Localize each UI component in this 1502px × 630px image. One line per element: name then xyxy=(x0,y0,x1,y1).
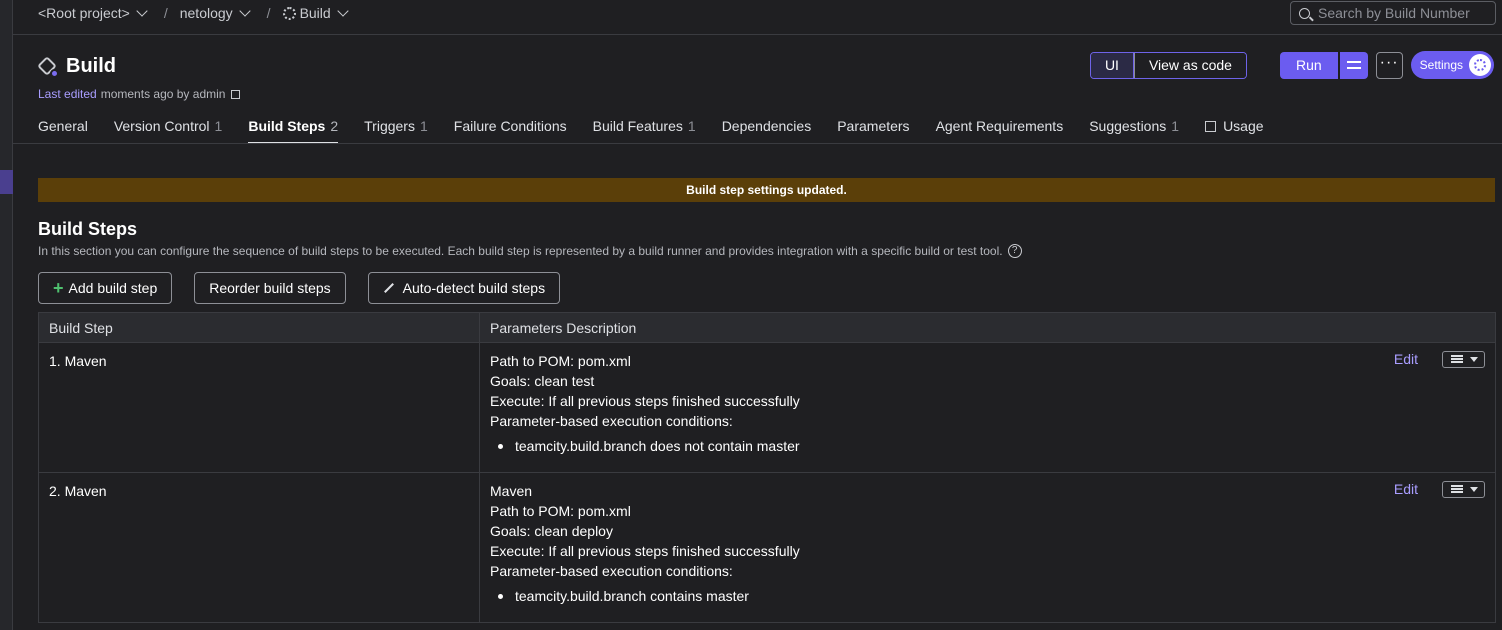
table-row: 1. Maven Edit Path to POM: pom.xml Goals… xyxy=(38,342,1496,473)
build-config-icon xyxy=(37,55,59,78)
tab-usage[interactable]: Usage xyxy=(1205,118,1264,144)
magic-wand-icon xyxy=(383,283,394,293)
breadcrumb-build-label: Build xyxy=(299,5,331,21)
breadcrumb-root-label: <Root project> xyxy=(38,5,130,21)
gear-icon xyxy=(1469,54,1491,76)
plus-icon: + xyxy=(53,278,64,298)
tab-count: 1 xyxy=(214,118,223,134)
param-line: Parameter-based execution conditions: xyxy=(490,413,733,429)
tab-bar: General Version Control 1 Build Steps 2 Tr… xyxy=(38,118,1502,144)
row-menu-button[interactable] xyxy=(1442,350,1485,368)
param-line: Path to POM: pom.xml xyxy=(490,503,631,519)
build-step-name[interactable]: 1. Maven xyxy=(38,342,480,473)
list-icon xyxy=(1451,355,1463,363)
edit-link[interactable]: Edit xyxy=(1394,349,1418,369)
condition-item: teamcity.build.branch does not contain m… xyxy=(490,436,1485,456)
tab-version-control[interactable]: Version Control 1 xyxy=(114,118,223,144)
tab-build-steps[interactable]: Build Steps 2 xyxy=(248,118,338,144)
param-line: Maven xyxy=(490,483,533,499)
caret-down-icon xyxy=(1470,356,1478,362)
tab-parameters[interactable]: Parameters xyxy=(837,118,909,144)
last-edited-link[interactable]: Last edited xyxy=(38,87,97,101)
build-step-buttons: + Add build step Reorder build steps Auto… xyxy=(38,272,582,304)
search-input[interactable]: Search by Build Number xyxy=(1290,1,1496,25)
sidebar-active-marker xyxy=(0,170,13,194)
breadcrumb-project-label: netology xyxy=(179,5,233,21)
column-header-parameters: Parameters Description xyxy=(479,312,1496,343)
settings-label: Settings xyxy=(1419,58,1463,72)
more-actions-button[interactable]: ··· xyxy=(1375,51,1403,79)
chevron-down-icon xyxy=(239,5,251,17)
tab-count: 1 xyxy=(1171,118,1180,134)
left-sidebar-strip xyxy=(0,0,13,630)
param-line: Goals: clean deploy xyxy=(490,523,613,539)
breadcrumb-project[interactable]: netology xyxy=(179,5,251,21)
run-options-button[interactable] xyxy=(1339,51,1368,79)
condition-item: teamcity.build.branch contains master xyxy=(490,586,1485,606)
tab-failure-conditions[interactable]: Failure Conditions xyxy=(454,118,567,144)
add-build-step-button[interactable]: + Add build step xyxy=(38,272,173,304)
header-actions: UI View as code Run ··· Settings xyxy=(1089,51,1494,79)
view-mode-toggle: UI View as code xyxy=(1089,51,1247,79)
table-row: 2. Maven Edit Maven Path to POM: pom.xml… xyxy=(38,472,1496,623)
search-placeholder: Search by Build Number xyxy=(1318,5,1470,21)
ui-mode-button[interactable]: UI xyxy=(1090,52,1134,78)
parameters-description: Edit Maven Path to POM: pom.xml Goals: c… xyxy=(479,472,1496,623)
build-step-name[interactable]: 2. Maven xyxy=(38,472,480,623)
help-icon[interactable]: ? xyxy=(1007,244,1022,258)
tab-count: 1 xyxy=(687,118,696,134)
breadcrumb-separator: / xyxy=(163,5,168,21)
view-as-code-button[interactable]: View as code xyxy=(1133,52,1246,78)
table-header-row: Build Step Parameters Description xyxy=(38,312,1496,343)
param-line: Execute: If all previous steps finished … xyxy=(490,543,800,559)
edit-link[interactable]: Edit xyxy=(1394,479,1418,499)
reorder-build-steps-button[interactable]: Reorder build steps xyxy=(194,272,346,304)
param-line: Parameter-based execution conditions: xyxy=(490,563,733,579)
tab-divider xyxy=(13,143,1502,144)
run-button[interactable]: Run xyxy=(1279,51,1338,79)
section-description-text: In this section you can configure the se… xyxy=(38,244,1003,258)
page-header: Build xyxy=(37,55,116,78)
breadcrumb: <Root project> / netology / Build xyxy=(38,5,349,21)
tab-dependencies[interactable]: Dependencies xyxy=(722,118,812,144)
parameters-description: Edit Path to POM: pom.xml Goals: clean t… xyxy=(479,342,1496,473)
tab-build-features[interactable]: Build Features 1 xyxy=(593,118,696,144)
last-edited-info: Last edited moments ago by admin xyxy=(38,87,241,101)
breadcrumb-root[interactable]: <Root project> xyxy=(38,5,148,21)
auto-detect-build-steps-button[interactable]: Auto-detect build steps xyxy=(367,272,561,304)
tab-suggestions[interactable]: Suggestions 1 xyxy=(1089,118,1179,144)
external-link-icon xyxy=(1205,121,1217,132)
param-line: Path to POM: pom.xml xyxy=(490,353,631,369)
param-line: Goals: clean test xyxy=(490,373,595,389)
success-banner: Build step settings updated. xyxy=(38,178,1495,202)
chevron-down-icon xyxy=(337,5,349,17)
tab-agent-requirements[interactable]: Agent Requirements xyxy=(936,118,1064,144)
row-actions: Edit xyxy=(1394,479,1485,499)
column-header-build-step: Build Step xyxy=(38,312,480,343)
breadcrumb-separator: / xyxy=(266,5,271,21)
page-title: Build xyxy=(66,55,116,77)
list-icon xyxy=(1451,485,1463,493)
caret-down-icon xyxy=(1470,486,1478,492)
section-description: In this section you can configure the se… xyxy=(38,244,1022,258)
row-actions: Edit xyxy=(1394,349,1485,369)
tab-triggers[interactable]: Triggers 1 xyxy=(364,118,428,144)
last-edited-text: moments ago by admin xyxy=(100,87,226,101)
search-icon xyxy=(1299,7,1310,19)
top-bar: <Root project> / netology / Build Search… xyxy=(13,0,1502,35)
chevron-down-icon xyxy=(136,5,148,17)
external-link-icon[interactable] xyxy=(231,89,241,99)
row-menu-button[interactable] xyxy=(1442,480,1485,498)
gear-icon xyxy=(282,6,296,20)
build-steps-table: Build Step Parameters Description 1. Mav… xyxy=(38,312,1496,623)
param-line: Execute: If all previous steps finished … xyxy=(490,393,800,409)
tab-general[interactable]: General xyxy=(38,118,88,144)
tab-count: 2 xyxy=(330,118,339,134)
breadcrumb-build[interactable]: Build xyxy=(282,5,349,21)
tab-count: 1 xyxy=(419,118,428,134)
settings-button[interactable]: Settings xyxy=(1410,51,1494,79)
section-title: Build Steps xyxy=(38,219,138,239)
